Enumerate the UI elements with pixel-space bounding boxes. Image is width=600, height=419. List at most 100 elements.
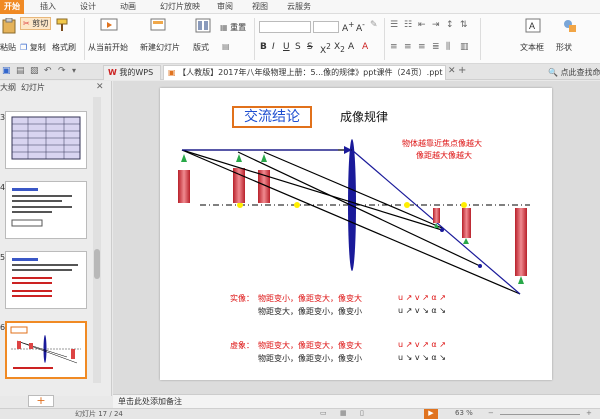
panel-scrollbar-thumb[interactable] bbox=[94, 249, 100, 279]
tab-slides[interactable]: 幻灯片 bbox=[18, 81, 58, 95]
menu-tab-cloud[interactable]: 云服务 bbox=[287, 0, 311, 14]
from-current-button[interactable] bbox=[100, 18, 118, 34]
redo-icon[interactable]: ↷ bbox=[58, 66, 69, 77]
current-slide[interactable]: 交流结论 成像规律 物体越靠近焦点像越大 像距越大像越大 实像： 物距变小，像距… bbox=[160, 88, 552, 380]
tab-my-wps[interactable]: W 我的WPS bbox=[103, 65, 161, 80]
thumbnail-content bbox=[10, 326, 81, 369]
new-tab-icon[interactable]: + bbox=[458, 65, 466, 76]
ppt-file-icon: ▣ bbox=[168, 68, 176, 77]
new-slide-icon bbox=[150, 18, 166, 31]
new-slide-button[interactable] bbox=[150, 18, 168, 34]
distribute-icon[interactable]: ⫼ bbox=[446, 42, 450, 52]
section-icon[interactable]: ▤ bbox=[222, 42, 230, 51]
cut-button[interactable]: ✂ 剪切 bbox=[20, 17, 52, 30]
underline-button[interactable]: U bbox=[283, 42, 290, 52]
shrink-font-button[interactable]: A- bbox=[356, 20, 365, 34]
align-right-icon[interactable]: ≡ bbox=[418, 42, 426, 52]
superscript-button[interactable]: X2 bbox=[320, 42, 331, 56]
justify-icon[interactable]: ≣ bbox=[432, 42, 440, 52]
shadow-button[interactable]: S bbox=[295, 42, 301, 52]
zoom-out-icon[interactable]: − bbox=[488, 409, 494, 417]
zoom-slider[interactable] bbox=[500, 414, 580, 415]
align-left-icon[interactable]: ≡ bbox=[390, 42, 398, 52]
copy-button[interactable]: ❐ 复制 bbox=[20, 42, 46, 53]
slide-thumbnail-5[interactable] bbox=[5, 251, 87, 309]
close-panel-icon[interactable]: ✕ bbox=[96, 82, 104, 92]
paste-button[interactable] bbox=[2, 18, 16, 34]
menu-tab-design[interactable]: 设计 bbox=[80, 0, 96, 14]
textbox-button[interactable]: A bbox=[525, 18, 541, 34]
print-icon[interactable]: ▤ bbox=[16, 66, 27, 77]
scissors-icon: ✂ bbox=[23, 19, 30, 28]
bullet-list-icon[interactable]: ☰ bbox=[390, 20, 398, 30]
real-image-line-1: 物距变小，像距变大，像变大 bbox=[258, 294, 362, 303]
virtual-image-line-2: 物距变小，像距变小，像变小 bbox=[258, 354, 362, 363]
tab-document-label: 【人教版】2017年八年级物理上册：5...像的规律》ppt课件（24页）.pp… bbox=[178, 68, 443, 77]
view-sorter-icon[interactable]: ▦ bbox=[340, 409, 347, 417]
brush-icon bbox=[56, 18, 68, 31]
play-icon[interactable]: ▶ bbox=[424, 409, 438, 419]
add-slide-button[interactable]: + bbox=[28, 395, 54, 407]
copy-label: 复制 bbox=[29, 43, 46, 52]
numbered-list-icon[interactable]: ☷ bbox=[404, 20, 412, 30]
reset-button[interactable]: ▦ 重置 bbox=[220, 22, 246, 33]
reset-icon: ▦ bbox=[220, 23, 228, 32]
grow-font-button[interactable]: A+ bbox=[342, 20, 354, 34]
align-center-icon[interactable]: ≡ bbox=[404, 42, 412, 52]
strikethrough-button[interactable]: S bbox=[307, 42, 313, 52]
ribbon-toolbar: 粘贴 ✂ 剪切 ❐ 复制 格式刷 从当前开始 新建幻灯片 版式 ▦ 重置 ▤ A… bbox=[0, 14, 600, 64]
bold-button[interactable]: B bbox=[260, 42, 267, 52]
format-painter-label: 格式刷 bbox=[52, 43, 76, 52]
menu-tab-insert[interactable]: 插入 bbox=[40, 0, 56, 14]
image-candle bbox=[433, 208, 440, 223]
shape-button[interactable] bbox=[562, 18, 578, 34]
menu-tab-home[interactable]: 开始 bbox=[0, 0, 24, 14]
text-direction-icon[interactable]: ⇅ bbox=[460, 20, 468, 30]
close-tab-icon[interactable]: ✕ bbox=[448, 66, 456, 76]
preview-icon[interactable]: ▧ bbox=[30, 66, 41, 77]
indent-increase-icon[interactable]: ⇥ bbox=[432, 20, 440, 30]
subscript-button[interactable]: X2 bbox=[334, 42, 345, 54]
clipboard-icon bbox=[2, 18, 16, 34]
save-icon[interactable]: ▣ bbox=[2, 66, 13, 77]
flame bbox=[463, 238, 469, 244]
tab-outline[interactable]: 大纲 bbox=[0, 81, 20, 95]
status-bar: 幻灯片 17 / 24 ▭ ▦ ▯ ▶ 63 % − + bbox=[0, 408, 600, 419]
columns-icon[interactable]: ▥ bbox=[460, 42, 469, 52]
clear-format-icon[interactable]: ✎ bbox=[370, 20, 378, 30]
menu-tab-view[interactable]: 视图 bbox=[252, 0, 268, 14]
char-spacing-icon[interactable]: A bbox=[348, 42, 354, 52]
panel-scrollbar-track[interactable] bbox=[93, 97, 101, 383]
tab-document[interactable]: ▣ 【人教版】2017年八年级物理上册：5...像的规律》ppt课件（24页）.… bbox=[163, 65, 446, 80]
separator bbox=[254, 18, 255, 60]
view-reading-icon[interactable]: ▯ bbox=[360, 409, 364, 417]
menu-tab-review[interactable]: 审阅 bbox=[217, 0, 233, 14]
menu-bar: 开始 插入 设计 动画 幻灯片放映 审阅 视图 云服务 bbox=[0, 0, 600, 14]
indent-decrease-icon[interactable]: ⇤ bbox=[418, 20, 426, 30]
shape-label: 形状 bbox=[556, 43, 572, 52]
font-color-button[interactable]: A bbox=[362, 42, 368, 52]
menu-tab-slideshow[interactable]: 幻灯片放映 bbox=[160, 0, 200, 14]
notes-pane[interactable]: 单击此处添加备注 bbox=[113, 394, 600, 408]
slide-thumbnail-6[interactable] bbox=[5, 321, 87, 379]
view-normal-icon[interactable]: ▭ bbox=[320, 409, 327, 417]
flame bbox=[518, 276, 524, 284]
virtual-image-symbols-1: u ↗ v ↗ α ↗ bbox=[398, 340, 446, 349]
zoom-in-icon[interactable]: + bbox=[586, 409, 592, 417]
italic-button[interactable]: I bbox=[272, 42, 275, 52]
undo-icon[interactable]: ↶ bbox=[44, 66, 55, 77]
layout-button[interactable] bbox=[195, 18, 211, 34]
menu-tab-animation[interactable]: 动画 bbox=[120, 0, 136, 14]
slide-thumbnail-3[interactable] bbox=[5, 111, 87, 169]
search-box[interactable]: 🔍 点此查找命 bbox=[548, 67, 600, 78]
font-size-select[interactable] bbox=[313, 21, 339, 33]
wps-logo-icon: W bbox=[108, 68, 117, 77]
dropdown-icon[interactable]: ▾ bbox=[72, 66, 83, 77]
slide-thumbnail-4[interactable] bbox=[5, 181, 87, 239]
font-name-select[interactable] bbox=[259, 21, 311, 33]
editing-canvas: 交流结论 成像规律 物体越靠近焦点像越大 像距越大像越大 实像： 物距变小，像距… bbox=[113, 81, 600, 396]
image-candle bbox=[515, 208, 527, 276]
line-spacing-icon[interactable]: ↕ bbox=[446, 20, 454, 30]
format-painter-button[interactable] bbox=[55, 18, 69, 32]
search-icon: 🔍 bbox=[548, 68, 558, 77]
